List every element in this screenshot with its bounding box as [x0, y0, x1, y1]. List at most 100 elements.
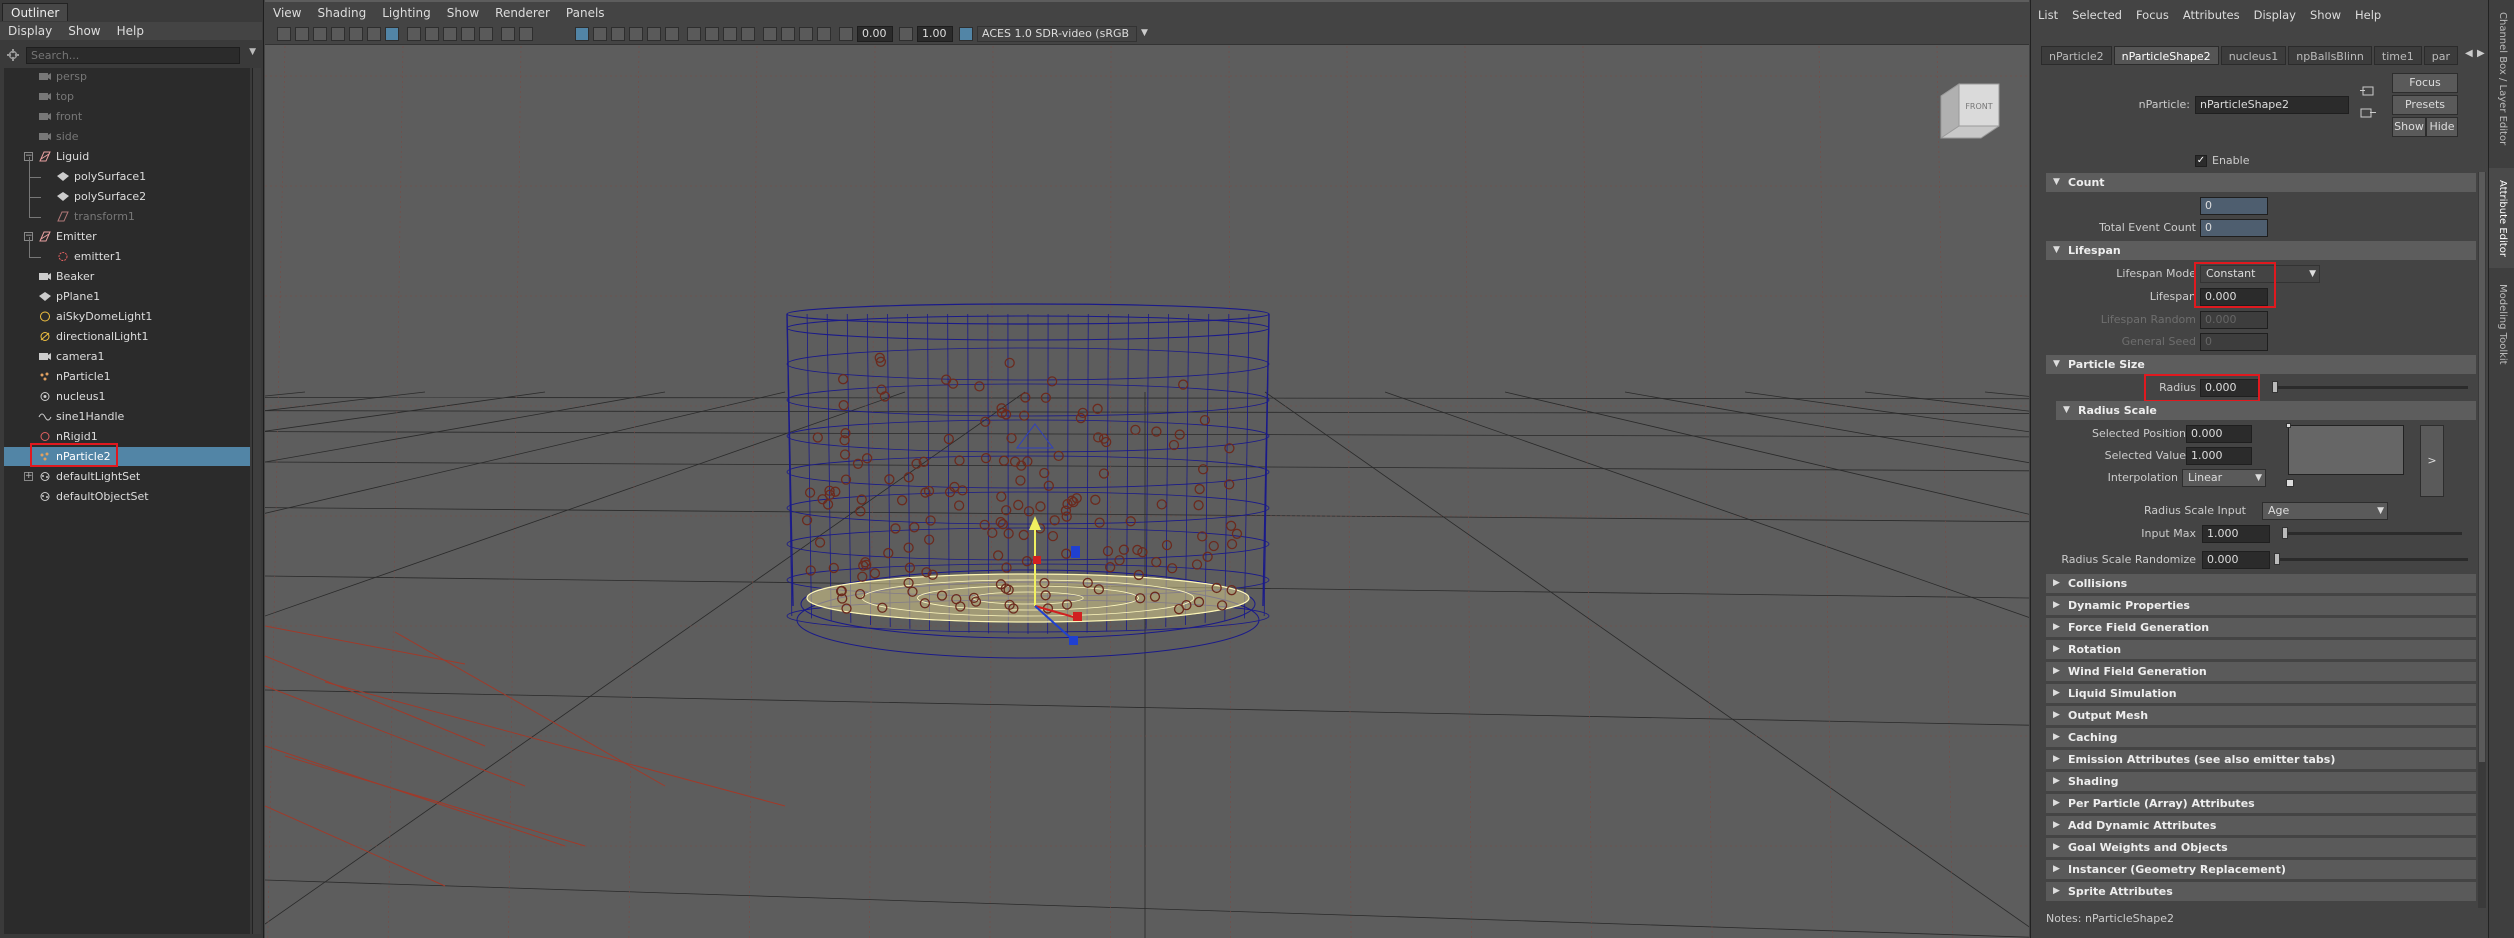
- image-plane-icon[interactable]: [331, 27, 345, 41]
- radius-scale-randomize-slider-handle[interactable]: [2274, 553, 2280, 565]
- outliner-item[interactable]: side: [4, 127, 250, 146]
- isolate-select-icon[interactable]: [781, 27, 795, 41]
- section-count[interactable]: ▼ Count: [2046, 173, 2476, 192]
- ramp-color-swatch[interactable]: [2286, 479, 2294, 487]
- radius-scale-ramp[interactable]: [2288, 425, 2404, 475]
- resolution-gate-icon[interactable]: [443, 27, 457, 41]
- xray-joints-icon[interactable]: [817, 27, 831, 41]
- section-collapsed[interactable]: ▶ Per Particle (Array) Attributes: [2046, 794, 2476, 813]
- section-collapsed[interactable]: ▶ Liquid Simulation: [2046, 684, 2476, 703]
- input-max-field[interactable]: 1.000: [2202, 525, 2270, 543]
- tab-scroll-right-icon[interactable]: ▶: [2477, 48, 2485, 59]
- xray-icon[interactable]: [799, 27, 813, 41]
- viewcube[interactable]: FRONT: [1940, 83, 2000, 139]
- outliner-menu-help[interactable]: Help: [109, 22, 152, 40]
- ramp-point-handle[interactable]: [2286, 423, 2291, 428]
- camera-select-icon[interactable]: [277, 27, 291, 41]
- textured-icon[interactable]: [647, 27, 661, 41]
- ae-menu-focus[interactable]: Focus: [2129, 8, 2176, 26]
- outliner-tab[interactable]: Outliner: [2, 3, 69, 21]
- lights-icon[interactable]: [665, 27, 679, 41]
- outliner-menu-show[interactable]: Show: [60, 22, 108, 40]
- color-management-icon[interactable]: [959, 27, 973, 41]
- viewport-menu-lighting[interactable]: Lighting: [374, 6, 439, 20]
- safe-action-icon[interactable]: [501, 27, 515, 41]
- outliner-item[interactable]: nParticle1: [4, 367, 250, 386]
- node-name-field[interactable]: nParticleShape2: [2195, 96, 2349, 114]
- outliner-item[interactable]: pPlane1: [4, 287, 250, 306]
- viewport-panel[interactable]: View Shading Lighting Show Renderer Pane…: [265, 0, 2029, 938]
- ae-menu-list[interactable]: List: [2031, 8, 2065, 26]
- color-space-dropdown[interactable]: ACES 1.0 SDR-video (sRGB: [977, 26, 1137, 42]
- section-collapsed[interactable]: ▶ Emission Attributes (see also emitter t…: [2046, 750, 2476, 769]
- outliner-item[interactable]: polySurface2: [4, 187, 250, 206]
- ae-menu-attributes[interactable]: Attributes: [2176, 8, 2247, 26]
- film-gate-icon[interactable]: [425, 27, 439, 41]
- section-lifespan[interactable]: ▼ Lifespan: [2046, 241, 2476, 260]
- outliner-item[interactable]: aiSkyDomeLight1: [4, 307, 250, 326]
- tab-attribute-editor[interactable]: Attribute Editor: [2489, 168, 2514, 268]
- outliner-item[interactable]: nucleus1: [4, 387, 250, 406]
- outliner-item[interactable]: sine1Handle: [4, 407, 250, 426]
- show-button[interactable]: Show: [2392, 117, 2426, 137]
- section-collapsed[interactable]: ▶ Rotation: [2046, 640, 2476, 659]
- section-collapsed[interactable]: ▶ Collisions: [2046, 574, 2476, 593]
- anti-aliasing-icon[interactable]: [741, 27, 755, 41]
- section-collapsed[interactable]: ▶ Wind Field Generation: [2046, 662, 2476, 681]
- gate-mask-icon[interactable]: [461, 27, 475, 41]
- outliner-item[interactable]: Beaker: [4, 267, 250, 286]
- section-collapsed[interactable]: ▶ Shading: [2046, 772, 2476, 791]
- shadows-icon[interactable]: [687, 27, 701, 41]
- section-particle-size[interactable]: ▼ Particle Size: [2046, 355, 2476, 374]
- camera-attributes-icon[interactable]: [295, 27, 309, 41]
- scrollbar-thumb[interactable]: [2479, 172, 2485, 762]
- ambient-occlusion-icon[interactable]: [705, 27, 719, 41]
- radius-scale-randomize-field[interactable]: 0.000: [2202, 551, 2270, 569]
- section-collapsed[interactable]: ▶ Instancer (Geometry Replacement): [2046, 860, 2476, 879]
- chevron-down-icon[interactable]: ▼: [249, 47, 256, 57]
- radius-scale-randomize-slider[interactable]: [2274, 558, 2468, 561]
- exposure-icon[interactable]: [839, 27, 853, 41]
- outliner-item[interactable]: polySurface1: [4, 167, 250, 186]
- outliner-item[interactable]: − Liguid: [4, 147, 250, 166]
- focus-button[interactable]: Focus: [2392, 73, 2458, 93]
- presets-button[interactable]: Presets: [2392, 95, 2458, 115]
- tab-nparticleshape2[interactable]: nParticleShape2: [2113, 46, 2219, 65]
- tab-time1[interactable]: time1: [2373, 46, 2422, 65]
- tab-npballsblinn[interactable]: npBallsBlinn: [2288, 46, 2372, 65]
- viewport-menu-panels[interactable]: Panels: [558, 6, 613, 20]
- section-collapsed[interactable]: ▶ Force Field Generation: [2046, 618, 2476, 637]
- viewport-menu-renderer[interactable]: Renderer: [487, 6, 558, 20]
- ramp-expand-button[interactable]: >: [2420, 425, 2444, 497]
- ae-menu-help[interactable]: Help: [2348, 8, 2388, 26]
- outliner-item[interactable]: front: [4, 107, 250, 126]
- tab-channel-box-layer-editor[interactable]: Channel Box / Layer Editor: [2489, 4, 2514, 154]
- load-output-icon[interactable]: [2360, 106, 2378, 122]
- viewport-menu-show[interactable]: Show: [439, 6, 487, 20]
- motion-blur-icon[interactable]: [723, 27, 737, 41]
- enable-checkbox[interactable]: ✓: [2195, 155, 2207, 167]
- tab-scroll-left-icon[interactable]: ◀: [2465, 48, 2473, 59]
- section-collapsed[interactable]: ▶ Output Mesh: [2046, 706, 2476, 725]
- viewport-menu-view[interactable]: View: [265, 6, 309, 20]
- load-input-icon[interactable]: [2360, 84, 2378, 100]
- tab-modeling-toolkit[interactable]: Modeling Toolkit: [2489, 274, 2514, 374]
- search-options-icon[interactable]: [6, 48, 22, 62]
- hide-button[interactable]: Hide: [2426, 117, 2458, 137]
- outliner-menu-display[interactable]: Display: [0, 22, 60, 40]
- viewport-menu-shading[interactable]: Shading: [309, 6, 374, 20]
- gamma-icon[interactable]: [899, 27, 913, 41]
- outliner-item[interactable]: camera1: [4, 347, 250, 366]
- outliner-item[interactable]: top: [4, 87, 250, 106]
- outliner-search-input[interactable]: [26, 46, 240, 64]
- section-collapsed[interactable]: ▶ Goal Weights and Objects: [2046, 838, 2476, 857]
- attribute-editor-scrollbar[interactable]: [2478, 172, 2486, 908]
- outliner-item[interactable]: directionalLight1: [4, 327, 250, 346]
- depth-of-field-icon[interactable]: [763, 27, 777, 41]
- smooth-shade-icon[interactable]: [593, 27, 607, 41]
- gamma-field[interactable]: 1.00: [917, 26, 953, 42]
- outliner-item[interactable]: + defaultLightSet: [4, 467, 250, 486]
- radius-slider[interactable]: [2272, 386, 2468, 389]
- outliner-item[interactable]: persp: [4, 67, 250, 86]
- chevron-down-icon[interactable]: ▼: [1141, 28, 1148, 38]
